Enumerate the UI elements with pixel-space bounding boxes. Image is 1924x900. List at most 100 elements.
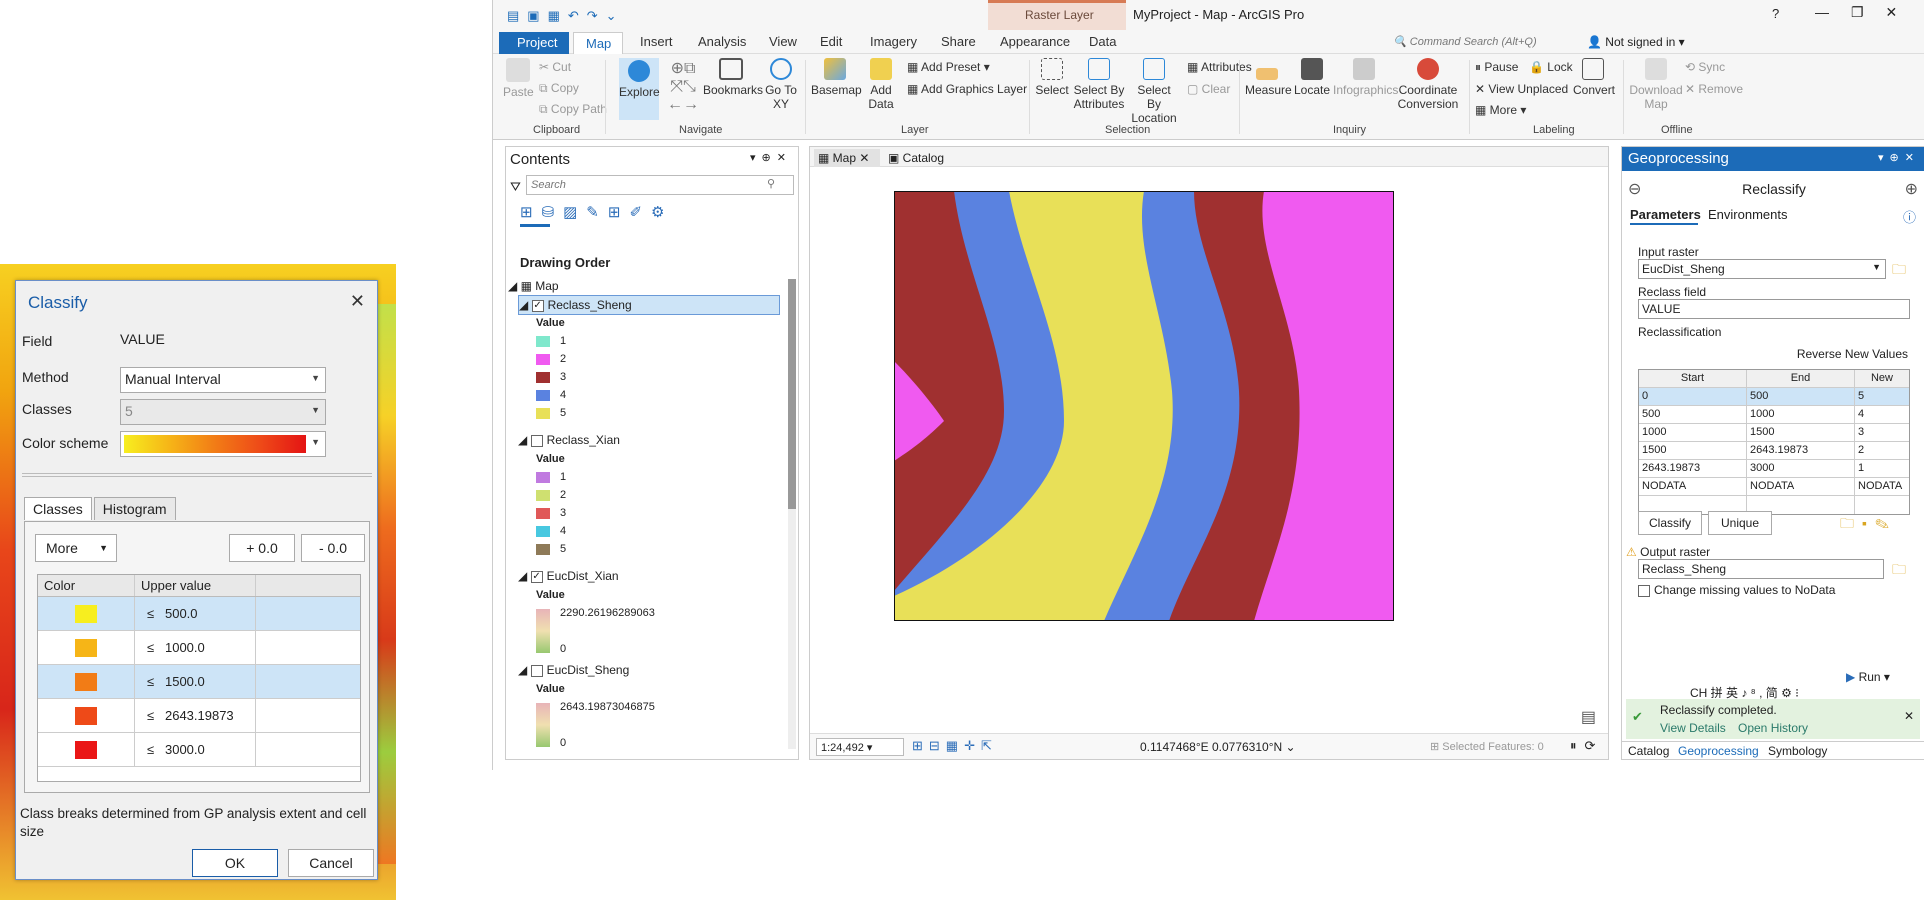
- tab-data[interactable]: Data: [1089, 34, 1116, 49]
- select-by-attributes-button[interactable]: Select By Attributes: [1073, 58, 1125, 111]
- color-swatch[interactable]: [75, 672, 97, 691]
- tab-catalog[interactable]: Catalog: [1628, 744, 1669, 758]
- layer-item[interactable]: ◢ Reclass_Xian: [518, 433, 620, 447]
- end-cell[interactable]: 1000: [1747, 406, 1855, 423]
- select-button[interactable]: Select: [1035, 58, 1069, 97]
- color-swatch[interactable]: [75, 638, 97, 657]
- new-cell[interactable]: NODATA: [1855, 478, 1909, 495]
- scale-dropdown[interactable]: 1:24,492 ▾: [816, 738, 904, 756]
- start-cell[interactable]: NODATA: [1639, 478, 1747, 495]
- tab-classes[interactable]: Classes: [24, 497, 92, 520]
- end-cell[interactable]: 3000: [1747, 460, 1855, 477]
- more-button[interactable]: More ▼: [35, 534, 117, 562]
- close-icon[interactable]: ✕: [1904, 709, 1914, 723]
- tab-edit[interactable]: Edit: [820, 34, 842, 49]
- tab-parameters[interactable]: Parameters: [1630, 207, 1701, 222]
- tab-project[interactable]: Project: [499, 32, 569, 54]
- end-cell[interactable]: 500: [1747, 388, 1855, 405]
- tab-histogram[interactable]: Histogram: [93, 497, 176, 520]
- upper-value-cell[interactable]: ≤ 1500.0: [135, 665, 256, 698]
- attributes-button[interactable]: ▦ Attributes: [1187, 60, 1252, 74]
- color-swatch[interactable]: [75, 604, 97, 623]
- new-cell[interactable]: 2: [1855, 442, 1909, 459]
- color-cell[interactable]: [38, 665, 135, 698]
- table-row[interactable]: 2643.19873 3000 1: [1639, 460, 1909, 478]
- command-search[interactable]: 🔍 Command Search (Alt+Q): [1393, 32, 1577, 52]
- layer-item[interactable]: ◢ EucDist_Sheng: [518, 663, 629, 677]
- upper-value-cell[interactable]: ≤ 3000.0: [135, 733, 256, 766]
- new-cell[interactable]: 3: [1855, 424, 1909, 441]
- reclass-raster-map[interactable]: [894, 191, 1394, 621]
- upper-value-cell[interactable]: ≤ 1000.0: [135, 631, 256, 664]
- tab-imagery[interactable]: Imagery: [870, 34, 917, 49]
- tab-insert[interactable]: Insert: [640, 34, 673, 49]
- start-cell[interactable]: 2643.19873: [1639, 460, 1747, 477]
- contents-view-icons[interactable]: ⊞⛁▨✎⊞✐⚙: [520, 203, 673, 221]
- pause-refresh-icons[interactable]: ⏸⟳: [1570, 738, 1603, 754]
- remove-button[interactable]: ✕ Remove: [1685, 82, 1743, 96]
- sign-in[interactable]: 👤 Not signed in ▾: [1587, 35, 1685, 49]
- nav-tools[interactable]: ⊕⧉ ⤧⤡ ←→: [665, 60, 701, 114]
- cut-button[interactable]: ✂ Cut: [539, 60, 571, 74]
- tab-environments[interactable]: Environments: [1708, 207, 1787, 222]
- missing-nodata-option[interactable]: Change missing values to NoData: [1638, 583, 1835, 597]
- add-icon[interactable]: ⊕: [1905, 179, 1918, 199]
- pause-button[interactable]: ⏸ Pause: [1475, 60, 1518, 75]
- reclass-field-input[interactable]: VALUE: [1638, 299, 1910, 319]
- tab-symbology[interactable]: Symbology: [1768, 744, 1827, 758]
- table-row[interactable]: 1500 2643.19873 2: [1639, 442, 1909, 460]
- measure-button[interactable]: Measure: [1245, 58, 1292, 97]
- coordinate-conversion-button[interactable]: Coordinate Conversion: [1397, 58, 1459, 111]
- table-action-icons[interactable]: 🗀▪✎: [1840, 513, 1897, 537]
- basemap-button[interactable]: Basemap: [811, 58, 862, 97]
- layer-item[interactable]: ◢ ✓ EucDist_Xian: [518, 569, 619, 583]
- clear-button[interactable]: ▢ Clear: [1187, 82, 1230, 96]
- pane-controls[interactable]: ▾⊕✕: [750, 151, 792, 164]
- classes-dropdown[interactable]: 5 ▼: [120, 399, 326, 425]
- lock-button[interactable]: 🔒 Lock: [1529, 60, 1573, 74]
- layer-item[interactable]: ◢ ✓ Reclass_Sheng: [518, 295, 780, 315]
- tab-catalog-view[interactable]: ▣ Catalog: [884, 149, 948, 167]
- add-preset-button[interactable]: ▦ Add Preset ▾: [907, 60, 990, 74]
- view-details-link[interactable]: View Details: [1660, 721, 1726, 735]
- table-row[interactable]: 500 1000 4: [1639, 406, 1909, 424]
- upper-value-cell[interactable]: ≤ 500.0: [135, 597, 256, 630]
- goto-xy-button[interactable]: Go To XY: [763, 58, 799, 111]
- folder-icon[interactable]: 🗀: [1892, 259, 1906, 283]
- unique-button[interactable]: Unique: [1708, 511, 1772, 535]
- map-node[interactable]: ◢ ▦ Map: [508, 279, 559, 293]
- scrollbar[interactable]: [788, 279, 796, 749]
- end-cell[interactable]: NODATA: [1747, 478, 1855, 495]
- start-cell[interactable]: 1000: [1639, 424, 1747, 441]
- layer-checkbox[interactable]: [530, 664, 543, 677]
- add-data-button[interactable]: Add Data: [861, 58, 901, 111]
- new-cell[interactable]: 4: [1855, 406, 1909, 423]
- coordinates[interactable]: 0.1147468°E 0.0776310°N ⌄: [1140, 740, 1296, 754]
- quick-access-icons[interactable]: ▤▣▦↶↷⌄: [507, 8, 625, 24]
- convert-button[interactable]: Convert: [1573, 58, 1615, 97]
- minus-button[interactable]: - 0.0: [301, 534, 365, 562]
- upper-value-cell[interactable]: ≤ 2643.19873: [135, 699, 256, 732]
- add-graphics-button[interactable]: ▦ Add Graphics Layer: [907, 82, 1027, 96]
- bookmarks-button[interactable]: Bookmarks: [703, 58, 763, 97]
- tab-analysis[interactable]: Analysis: [698, 34, 746, 49]
- locate-button[interactable]: Locate: [1293, 58, 1331, 97]
- new-cell[interactable]: 5: [1855, 388, 1909, 405]
- table-row[interactable]: 1000 1500 3: [1639, 424, 1909, 442]
- copy-path-button[interactable]: ⧉ Copy Path: [539, 102, 607, 117]
- end-cell[interactable]: 1500: [1747, 424, 1855, 441]
- open-history-link[interactable]: Open History: [1738, 721, 1808, 735]
- color-cell[interactable]: [38, 733, 135, 766]
- run-button[interactable]: ▶ Run ▾: [1838, 667, 1918, 689]
- copy-button[interactable]: ⧉ Copy: [539, 81, 579, 96]
- select-by-location-button[interactable]: Select By Location: [1129, 58, 1179, 125]
- download-map-button[interactable]: Download Map: [1629, 58, 1683, 111]
- color-swatch[interactable]: [75, 740, 97, 759]
- classify-button[interactable]: Classify: [1638, 511, 1702, 535]
- checkbox[interactable]: [1638, 584, 1650, 597]
- close-icon[interactable]: ✕: [350, 291, 365, 312]
- overview-icon[interactable]: ▤: [1581, 707, 1596, 727]
- start-cell[interactable]: 0: [1639, 388, 1747, 405]
- end-cell[interactable]: 2643.19873: [1747, 442, 1855, 459]
- color-cell[interactable]: [38, 699, 135, 732]
